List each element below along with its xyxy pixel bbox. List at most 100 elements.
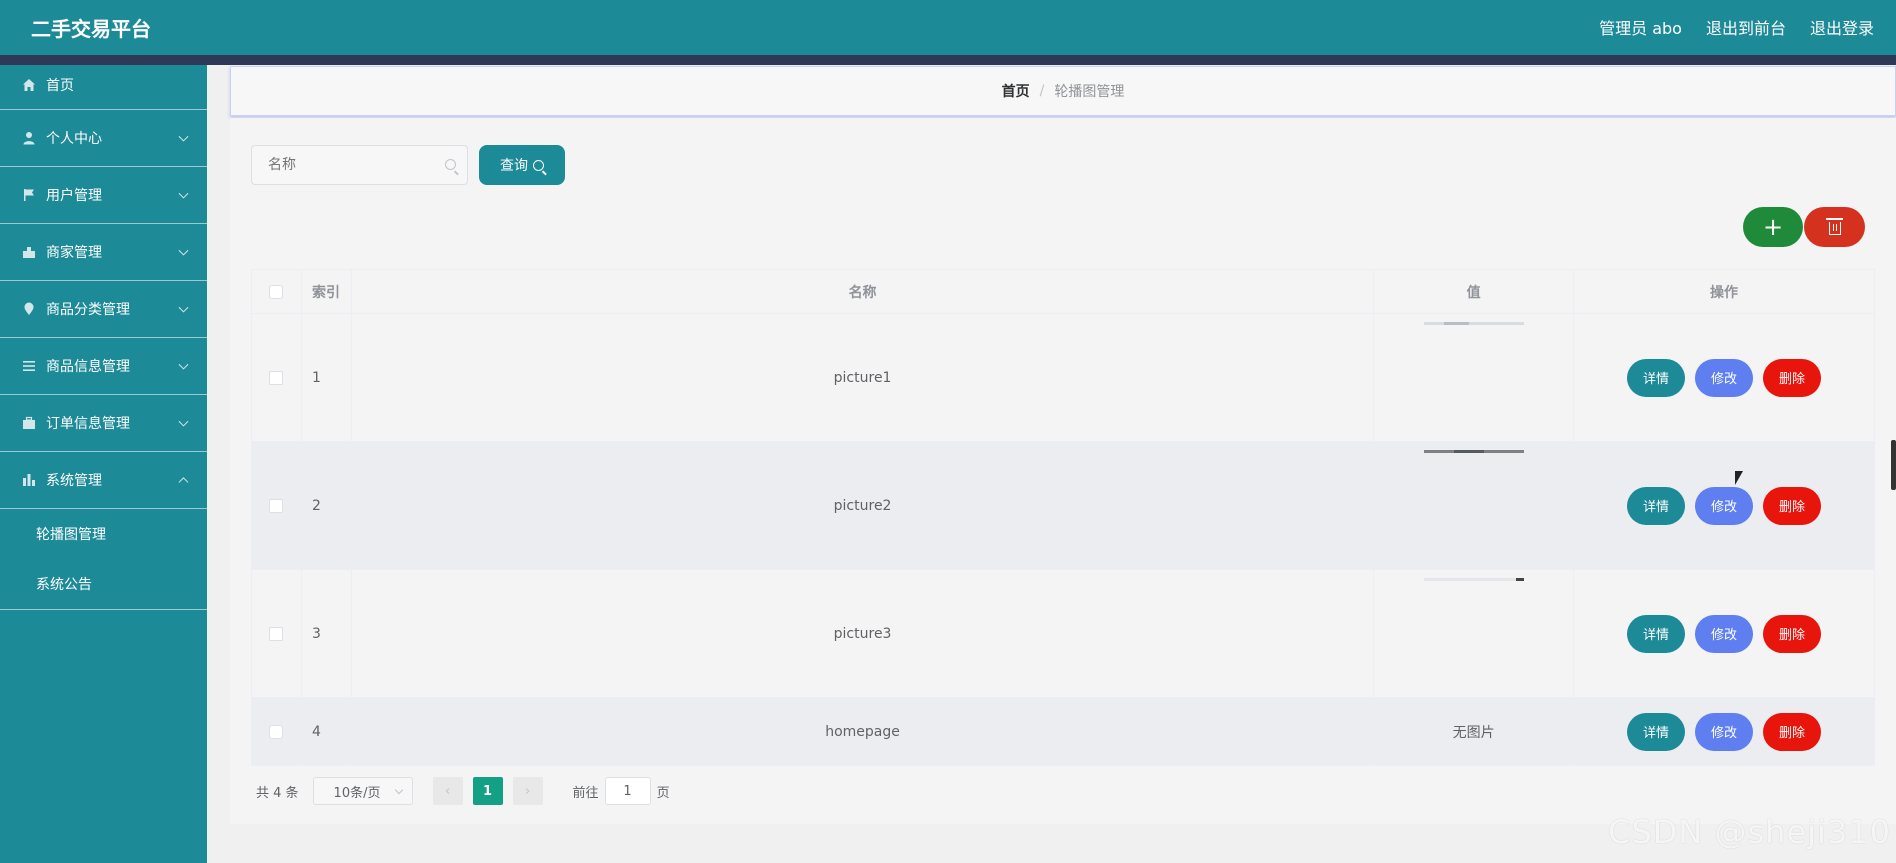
delete-button[interactable]: 删除: [1763, 486, 1822, 525]
table-row: 1 picture1 详情 修改 删除: [251, 313, 1875, 442]
prev-page-button[interactable]: ‹: [432, 777, 463, 805]
goto-label: 前往: [572, 785, 599, 801]
header-select-all[interactable]: [251, 269, 302, 314]
sidebar-item-order-management[interactable]: 订单信息管理: [0, 395, 207, 452]
row-operations: 详情 修改 删除: [1573, 569, 1875, 698]
query-button[interactable]: 查询: [479, 145, 565, 185]
page-number-button[interactable]: 1: [472, 777, 503, 805]
home-icon: [22, 78, 36, 92]
row-select-cell: [251, 313, 302, 442]
search-field[interactable]: [251, 145, 468, 185]
edit-button[interactable]: 修改: [1695, 614, 1754, 653]
breadcrumb-current: 轮播图管理: [1054, 84, 1125, 100]
sidebar-item-system-management[interactable]: 系统管理: [0, 452, 207, 509]
app-title: 二手交易平台: [31, 17, 151, 41]
search-input[interactable]: [252, 146, 467, 184]
chevron-right-icon: ›: [524, 783, 531, 799]
delete-button[interactable]: 删除: [1763, 614, 1822, 653]
chevron-left-icon: ‹: [444, 783, 451, 799]
table-header-row: 索引 名称 值 操作: [251, 269, 1875, 314]
page-size-value: 10条/页: [333, 785, 381, 801]
row-value-cell: [1373, 441, 1575, 570]
table-row: 2 picture2 详情 修改 删除: [251, 441, 1875, 570]
sidebar-item-home[interactable]: 首页: [0, 65, 207, 110]
row-operations: 详情 修改 删除: [1573, 441, 1875, 570]
detail-button[interactable]: 详情: [1627, 712, 1686, 751]
sidebar-subitem-announcement[interactable]: 系统公告: [0, 559, 207, 609]
delete-button[interactable]: 删除: [1763, 358, 1822, 397]
header-operation: 操作: [1573, 269, 1875, 314]
header-value: 值: [1373, 269, 1575, 314]
admin-user-label[interactable]: 管理员 abo: [1599, 15, 1682, 39]
row-name: picture3: [350, 569, 1375, 698]
chevron-down-icon: [178, 188, 189, 199]
row-checkbox[interactable]: [269, 724, 284, 739]
sidebar-item-personal-center[interactable]: 个人中心: [0, 110, 207, 167]
chevron-down-icon: [178, 302, 189, 313]
breadcrumb-separator: /: [1039, 83, 1045, 99]
top-header: 二手交易平台 管理员 abo 退出到前台 退出登录: [0, 0, 1896, 55]
row-index: 2: [300, 441, 352, 570]
breadcrumb: 首页 / 轮播图管理: [230, 66, 1896, 116]
row-operations: 详情 修改 删除: [1573, 697, 1875, 766]
carousel-thumbnail[interactable]: [1424, 578, 1525, 581]
breadcrumb-home[interactable]: 首页: [1002, 81, 1030, 101]
row-value-cell: [1373, 569, 1575, 698]
sidebar-item-product-management[interactable]: 商品信息管理: [0, 338, 207, 395]
sidebar-item-label: 订单信息管理: [46, 416, 130, 432]
row-index: 3: [300, 569, 352, 698]
next-page-button[interactable]: ›: [512, 777, 543, 805]
exit-to-front-link[interactable]: 退出到前台: [1706, 15, 1786, 39]
add-button[interactable]: +: [1743, 207, 1803, 247]
chevron-up-icon: [178, 477, 189, 488]
edit-button[interactable]: 修改: [1695, 486, 1754, 525]
page-unit-label: 页: [656, 785, 670, 801]
batch-delete-button[interactable]: [1804, 207, 1865, 247]
chevron-down-icon: [178, 416, 189, 427]
query-button-label: 查询: [500, 158, 528, 174]
sidebar-subitem-carousel[interactable]: 轮播图管理: [0, 509, 207, 559]
table-row: 3 picture3 详情 修改 删除: [251, 569, 1875, 698]
row-checkbox[interactable]: [269, 498, 284, 513]
scrollbar-handle[interactable]: [1891, 440, 1896, 490]
sidebar-item-label: 首页: [46, 78, 74, 94]
detail-button[interactable]: 详情: [1627, 486, 1686, 525]
row-name: picture2: [350, 441, 1375, 570]
logout-link[interactable]: 退出登录: [1810, 15, 1874, 39]
detail-button[interactable]: 详情: [1627, 358, 1686, 397]
watermark: CSDN @sheji310: [1608, 813, 1891, 851]
select-all-checkbox[interactable]: [269, 284, 284, 299]
top-nav: 管理员 abo 退出到前台 退出登录: [1599, 15, 1874, 39]
chevron-down-icon: [178, 131, 189, 142]
sidebar-item-merchant-management[interactable]: 商家管理: [0, 224, 207, 281]
carousel-thumbnail[interactable]: [1424, 322, 1525, 325]
row-operations: 详情 修改 删除: [1573, 313, 1875, 442]
edit-button[interactable]: 修改: [1695, 712, 1754, 751]
system-submenu: 轮播图管理 系统公告: [0, 509, 207, 610]
header-divider: [0, 55, 1896, 65]
edit-button[interactable]: 修改: [1695, 358, 1754, 397]
detail-button[interactable]: 详情: [1627, 614, 1686, 653]
delete-button[interactable]: 删除: [1763, 712, 1822, 751]
chevron-down-icon: [178, 359, 189, 370]
chevron-down-icon: [394, 785, 403, 795]
location-icon: [22, 302, 36, 316]
goto-page-input[interactable]: [604, 777, 651, 805]
table-row: 4 homepage 无图片 详情 修改 删除: [251, 697, 1875, 766]
row-name: homepage: [350, 697, 1375, 766]
carousel-thumbnail[interactable]: [1424, 450, 1525, 453]
search-icon: [533, 159, 544, 171]
row-value: 无图片: [1373, 697, 1575, 766]
trash-icon: [1825, 218, 1843, 235]
plus-icon: +: [1762, 213, 1784, 241]
row-value-cell: [1373, 313, 1575, 442]
sidebar-item-label: 商品分类管理: [46, 302, 130, 318]
page-size-select[interactable]: 10条/页: [312, 777, 413, 805]
sidebar-item-label: 用户管理: [46, 188, 102, 204]
shop-icon: [22, 245, 36, 259]
sidebar-item-user-management[interactable]: 用户管理: [0, 167, 207, 224]
mouse-cursor-icon: [1735, 471, 1743, 485]
row-checkbox[interactable]: [269, 370, 284, 385]
row-checkbox[interactable]: [269, 626, 284, 641]
sidebar-item-category-management[interactable]: 商品分类管理: [0, 281, 207, 338]
